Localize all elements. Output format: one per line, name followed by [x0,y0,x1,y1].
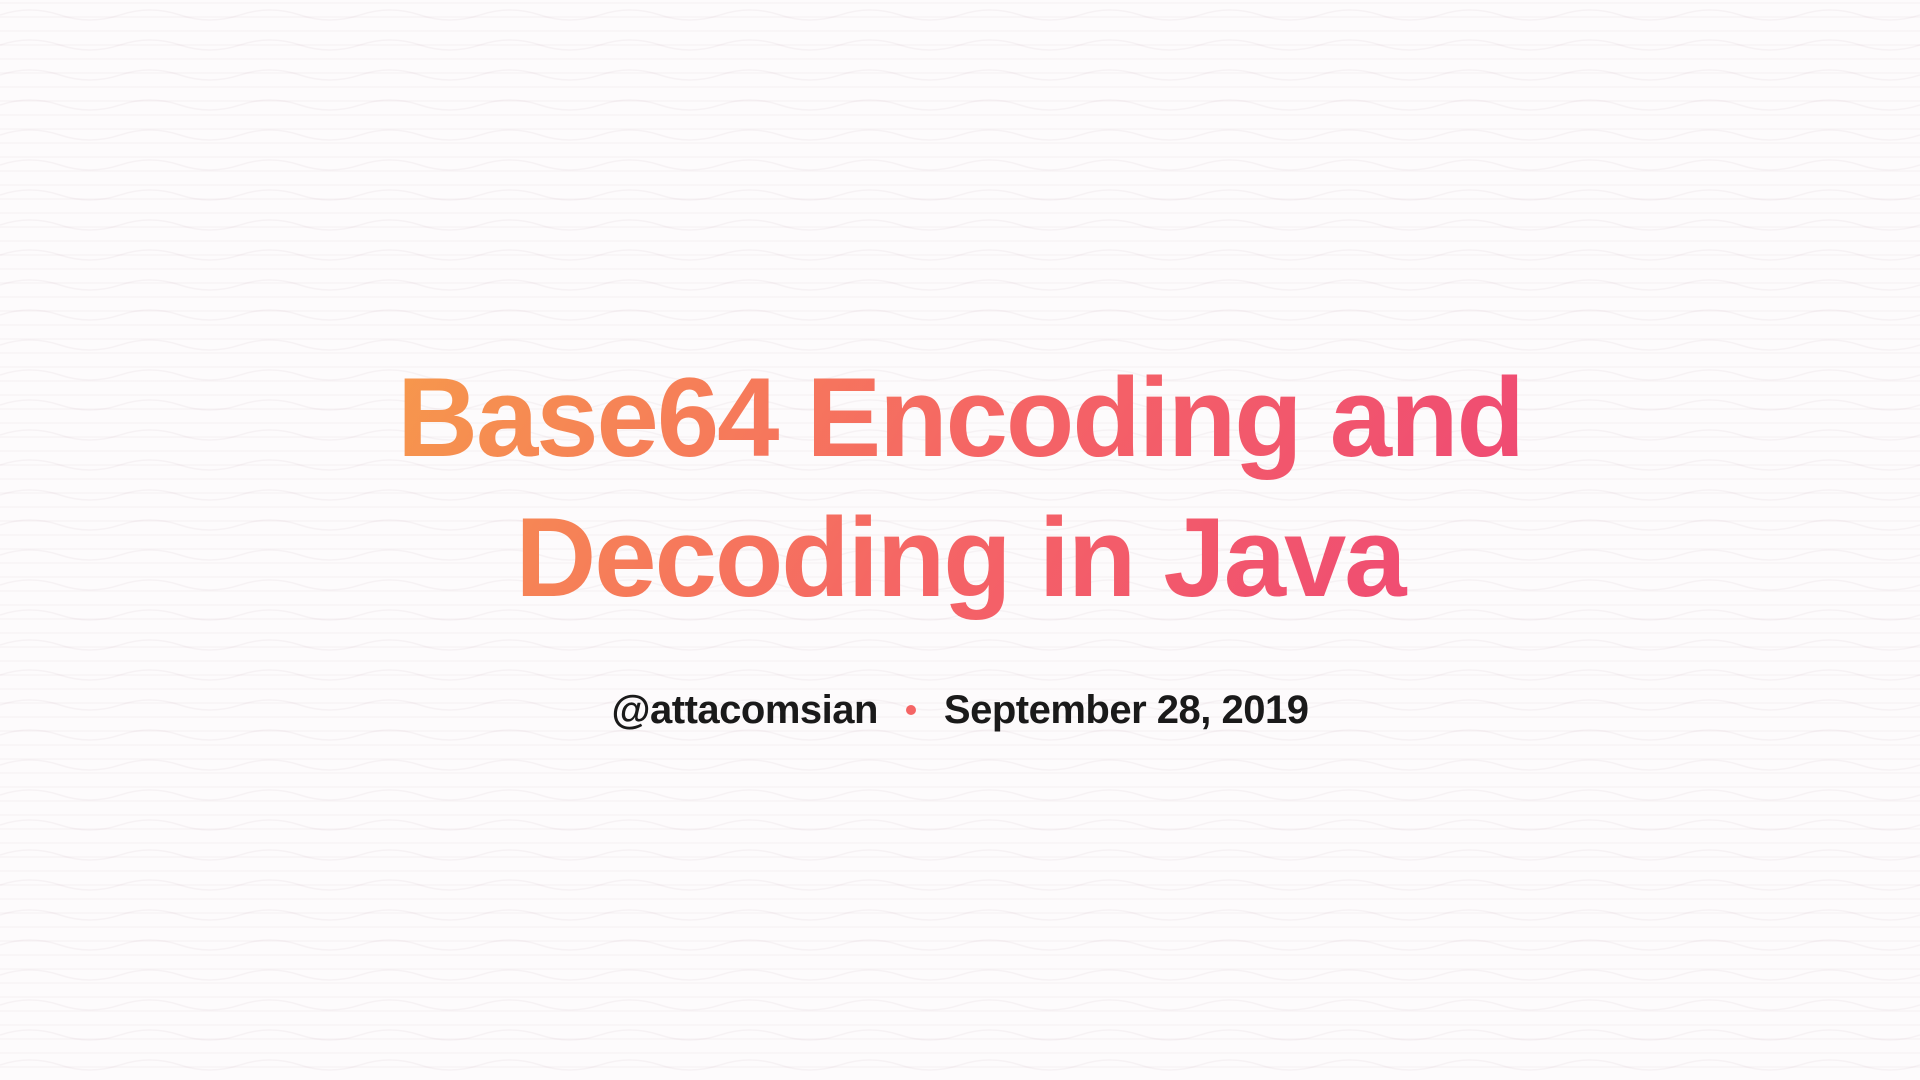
author-handle: @attacomsian [612,688,878,733]
article-title: Base64 Encoding and Decoding in Java [300,348,1620,628]
article-meta: @attacomsian September 28, 2019 [300,688,1620,733]
publish-date: September 28, 2019 [944,688,1309,733]
content-container: Base64 Encoding and Decoding in Java @at… [0,348,1920,733]
separator-dot [906,705,916,715]
